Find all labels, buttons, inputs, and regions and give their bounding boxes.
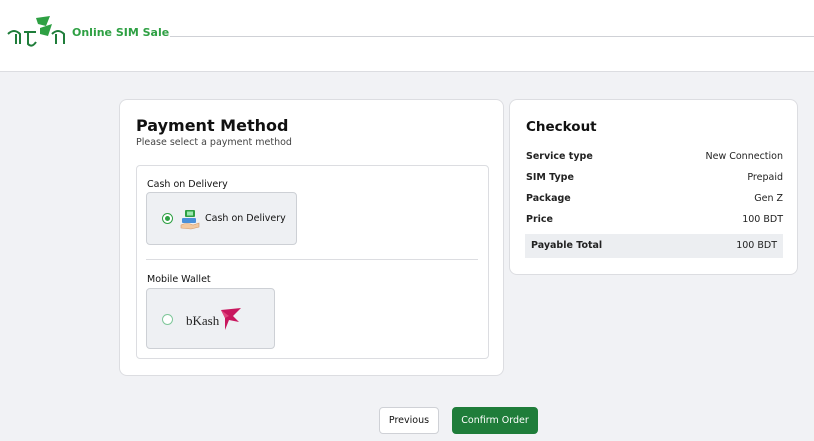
bkash-radio[interactable] <box>162 314 173 325</box>
payment-option-bkash[interactable]: bKash <box>146 288 275 349</box>
checkout-row: SIM Type Prepaid <box>526 172 783 186</box>
bkash-wordmark: bKash <box>186 313 220 328</box>
cod-option-label: Cash on Delivery <box>205 213 286 224</box>
checkout-row-key: SIM Type <box>526 172 574 183</box>
checkout-card: Checkout Service type New Connection SIM… <box>509 99 798 275</box>
payment-options-box: Cash on Delivery Cash on Delivery Mobile… <box>136 165 489 359</box>
options-divider <box>146 259 478 260</box>
checkout-row-value: New Connection <box>705 151 784 162</box>
checkout-row: Service type New Connection <box>526 151 783 165</box>
bkash-logo-icon: bKash <box>186 308 241 330</box>
group-label-cash-on-delivery: Cash on Delivery <box>147 179 228 190</box>
checkout-title: Checkout <box>526 119 597 135</box>
header-divider <box>170 36 814 37</box>
checkout-row-key: Price <box>526 214 553 225</box>
group-label-mobile-wallet: Mobile Wallet <box>147 274 211 285</box>
site-header: Online SIM Sale <box>0 0 814 72</box>
checkout-row-value: Gen Z <box>754 193 783 204</box>
payable-total-row: Payable Total 100 BDT <box>525 234 783 258</box>
payment-option-cash-on-delivery[interactable]: Cash on Delivery <box>146 192 297 245</box>
checkout-row-value: 100 BDT <box>742 214 783 225</box>
checkout-row-key: Package <box>526 193 571 204</box>
sim-brand-logo-icon[interactable] <box>6 14 68 50</box>
payment-method-card: Payment Method Please select a payment m… <box>119 99 504 376</box>
cod-radio[interactable] <box>162 213 173 224</box>
payment-method-title: Payment Method <box>136 116 289 135</box>
checkout-row: Price 100 BDT <box>526 214 783 228</box>
payable-total-value: 100 BDT <box>736 240 777 251</box>
brand-name: Online SIM Sale <box>72 26 170 39</box>
checkout-row-key: Service type <box>526 151 593 162</box>
checkout-row-value: Prepaid <box>747 172 783 183</box>
payable-total-label: Payable Total <box>531 240 603 251</box>
checkout-row: Package Gen Z <box>526 193 783 207</box>
cash-payment-icon <box>180 210 200 230</box>
confirm-order-button[interactable]: Confirm Order <box>452 407 538 434</box>
previous-button[interactable]: Previous <box>379 407 439 434</box>
payment-method-subtitle: Please select a payment method <box>136 137 292 148</box>
